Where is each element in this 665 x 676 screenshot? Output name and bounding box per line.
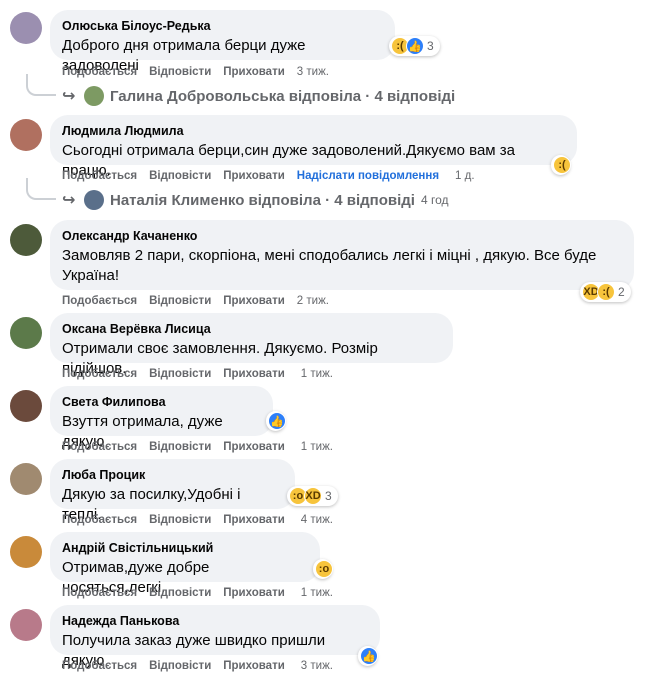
reply-button[interactable]: Відповісти bbox=[149, 660, 211, 672]
like-button[interactable]: Подобається bbox=[62, 441, 137, 453]
reply-arrow-icon: ↪ bbox=[62, 192, 76, 209]
comment-bubble: Надежда Панькова Получила заказ дуже шви… bbox=[50, 605, 380, 669]
comment-bubble: Света Филипова Взуття отримала, дуже дяк… bbox=[50, 386, 273, 450]
avatar[interactable] bbox=[10, 463, 42, 495]
reaction-summary[interactable]: 👍 bbox=[266, 411, 286, 431]
comment-author[interactable]: Люба Процик bbox=[62, 467, 283, 483]
avatar[interactable] bbox=[10, 12, 42, 44]
avatar[interactable] bbox=[10, 317, 42, 349]
avatar[interactable] bbox=[10, 536, 42, 568]
comment-actions: Подобається Відповісти Приховати Надісла… bbox=[62, 169, 487, 183]
comment-bubble: Людмила Людмила Сьогодні отримала берци,… bbox=[50, 115, 577, 179]
hide-button[interactable]: Приховати bbox=[223, 295, 285, 307]
reply-button[interactable]: Відповісти bbox=[149, 587, 211, 599]
comment-bubble: Олюська Білоус-Редька Доброго дня отрима… bbox=[50, 10, 395, 74]
comment-actions: Подобається Відповісти Приховати 4 тиж. bbox=[62, 513, 345, 527]
comment-bubble: Олександр Качаненко Замовляв 2 пари, ско… bbox=[50, 220, 634, 290]
replies-label[interactable]: Наталія Клименко відповіла · 4 відповіді bbox=[110, 192, 415, 209]
thread-line bbox=[26, 178, 56, 200]
comment-actions: Подобається Відповісти Приховати 3 тиж. bbox=[62, 659, 345, 673]
comment-author[interactable]: Людмила Людмила bbox=[62, 123, 565, 139]
comment-text: Замовляв 2 пари, скорпіона, мені сподоба… bbox=[62, 247, 597, 284]
reply-button[interactable]: Відповісти bbox=[149, 368, 211, 380]
comment-author[interactable]: Олександр Качаненко bbox=[62, 228, 622, 244]
reply-button[interactable]: Відповісти bbox=[149, 295, 211, 307]
comment-bubble: Люба Процик Дякую за посилку,Удобні і те… bbox=[50, 459, 295, 523]
comment-actions: Подобається Відповісти Приховати 1 тиж. bbox=[62, 367, 345, 381]
timestamp[interactable]: 1 тиж. bbox=[301, 441, 333, 453]
avatar[interactable] bbox=[10, 224, 42, 256]
like-icon: 👍 bbox=[268, 412, 286, 430]
comment-author[interactable]: Андрій Свістільницький bbox=[62, 540, 308, 556]
comment-actions: Подобається Відповісти Приховати 1 тиж. bbox=[62, 586, 345, 600]
like-button[interactable]: Подобається bbox=[62, 295, 137, 307]
like-button[interactable]: Подобається bbox=[62, 587, 137, 599]
reaction-count: 3 bbox=[325, 489, 332, 503]
comment-actions: Подобається Відповісти Приховати 1 тиж. bbox=[62, 440, 345, 454]
comment-author[interactable]: Надежда Панькова bbox=[62, 613, 368, 629]
wow-icon: :o bbox=[315, 560, 333, 578]
comment-author[interactable]: Олюська Білоус-Редька bbox=[62, 18, 383, 34]
replies-label[interactable]: Галина Добровольська відповіла · 4 відпо… bbox=[110, 88, 455, 105]
timestamp[interactable]: 1 д. bbox=[455, 170, 475, 182]
comment-bubble: Оксана Верёвка Лисица Отримали своє замо… bbox=[50, 313, 453, 377]
like-icon: 👍 bbox=[360, 647, 378, 665]
timestamp[interactable]: 4 тиж. bbox=[301, 514, 333, 526]
reply-button[interactable]: Відповісти bbox=[149, 170, 211, 182]
comment-actions: Подобається Відповісти Приховати 3 тиж. bbox=[62, 65, 341, 79]
avatar[interactable] bbox=[10, 119, 42, 151]
like-button[interactable]: Подобається bbox=[62, 514, 137, 526]
reaction-summary[interactable]: :( 👍 3 bbox=[389, 36, 440, 56]
like-icon: 👍 bbox=[406, 37, 424, 55]
like-button[interactable]: Подобається bbox=[62, 66, 137, 78]
reaction-count: 2 bbox=[618, 285, 625, 299]
hide-button[interactable]: Приховати bbox=[223, 368, 285, 380]
thread-line bbox=[26, 74, 56, 96]
avatar bbox=[84, 86, 104, 106]
hide-button[interactable]: Приховати bbox=[223, 441, 285, 453]
reply-timestamp: 4 год bbox=[420, 193, 449, 207]
reaction-summary[interactable]: 👍 bbox=[358, 646, 378, 666]
reply-arrow-icon: ↪ bbox=[62, 88, 76, 105]
like-button[interactable]: Подобається bbox=[62, 368, 137, 380]
reaction-summary[interactable]: XD :( 2 bbox=[580, 282, 631, 302]
reply-button[interactable]: Відповісти bbox=[149, 514, 211, 526]
timestamp[interactable]: 3 тиж. bbox=[297, 66, 329, 78]
comment-author[interactable]: Оксана Верёвка Лисица bbox=[62, 321, 441, 337]
reaction-summary[interactable]: :o bbox=[313, 559, 333, 579]
reaction-summary[interactable]: :( bbox=[551, 155, 571, 175]
comment-author[interactable]: Света Филипова bbox=[62, 394, 261, 410]
avatar[interactable] bbox=[10, 390, 42, 422]
timestamp[interactable]: 3 тиж. bbox=[301, 660, 333, 672]
hide-button[interactable]: Приховати bbox=[223, 660, 285, 672]
timestamp[interactable]: 1 тиж. bbox=[301, 587, 333, 599]
hide-button[interactable]: Приховати bbox=[223, 170, 285, 182]
comment-bubble: Андрій Свістільницький Отримав,дуже добр… bbox=[50, 532, 320, 596]
view-replies-link[interactable]: ↪ Галина Добровольська відповіла · 4 від… bbox=[62, 86, 455, 106]
timestamp[interactable]: 1 тиж. bbox=[301, 368, 333, 380]
avatar[interactable] bbox=[10, 609, 42, 641]
hide-button[interactable]: Приховати bbox=[223, 66, 285, 78]
timestamp[interactable]: 2 тиж. bbox=[297, 295, 329, 307]
like-button[interactable]: Подобається bbox=[62, 170, 137, 182]
reaction-count: 3 bbox=[427, 39, 434, 53]
send-message-link[interactable]: Надіслати повідомлення bbox=[297, 170, 439, 182]
comment-actions: Подобається Відповісти Приховати 2 тиж. bbox=[62, 294, 341, 308]
view-replies-link[interactable]: ↪ Наталія Клименко відповіла · 4 відпові… bbox=[62, 190, 449, 210]
reply-button[interactable]: Відповісти bbox=[149, 441, 211, 453]
hide-button[interactable]: Приховати bbox=[223, 587, 285, 599]
haha-icon: XD bbox=[304, 487, 322, 505]
like-button[interactable]: Подобається bbox=[62, 660, 137, 672]
avatar bbox=[84, 190, 104, 210]
reaction-summary[interactable]: :o XD 3 bbox=[287, 486, 338, 506]
hide-button[interactable]: Приховати bbox=[223, 514, 285, 526]
reply-button[interactable]: Відповісти bbox=[149, 66, 211, 78]
sad-face-icon: :( bbox=[597, 283, 615, 301]
sad-face-icon: :( bbox=[553, 156, 571, 174]
